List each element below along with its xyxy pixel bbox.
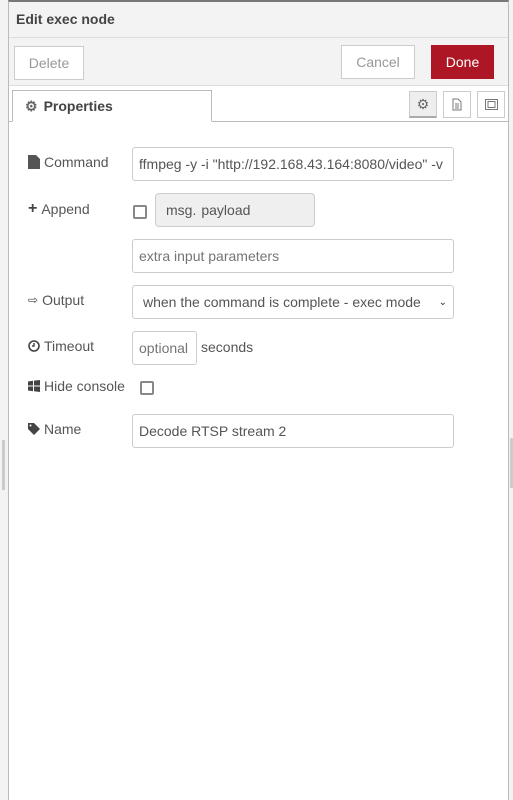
delete-button[interactable]: Delete — [14, 46, 84, 80]
hide-console-checkbox[interactable] — [140, 381, 154, 395]
append-checkbox[interactable] — [133, 205, 147, 219]
output-selected-value: when the command is complete - exec mode — [143, 294, 421, 310]
file-text-icon — [452, 98, 462, 111]
sign-out-icon: ⇨ — [28, 293, 39, 307]
gear-icon: ⚙ — [416, 95, 430, 112]
tag-icon — [28, 423, 40, 435]
timeout-unit: seconds — [201, 339, 254, 355]
panel-title: Edit exec node — [9, 2, 508, 38]
label-text: Command — [44, 154, 109, 170]
cancel-button[interactable]: Cancel — [341, 45, 415, 79]
clock-icon — [28, 340, 40, 352]
toolbar: Delete Cancel Done — [9, 38, 508, 86]
windows-icon — [28, 380, 40, 392]
tab-bar: ⚙ Properties ⚙ — [9, 86, 508, 122]
settings-tab-button[interactable]: ⚙ — [409, 91, 437, 118]
timeout-input[interactable] — [132, 331, 197, 365]
hide-console-label: Hide console — [28, 378, 125, 394]
label-text: Hide console — [44, 378, 125, 394]
frame-icon — [484, 99, 498, 110]
name-label: Name — [28, 421, 81, 437]
output-select[interactable]: when the command is complete - exec mode… — [132, 285, 454, 319]
left-resize-handle[interactable] — [2, 440, 5, 490]
extra-params-input[interactable] — [132, 239, 454, 273]
msg-field: payload — [201, 202, 251, 218]
file-icon — [28, 155, 40, 169]
label-text: Timeout — [44, 338, 95, 354]
label-text: Append — [41, 201, 90, 217]
timeout-label: Timeout — [28, 338, 94, 354]
name-input[interactable]: Decode RTSP stream 2 — [132, 414, 454, 448]
label-text: Output — [42, 292, 85, 308]
edit-node-panel: Edit exec node Delete Cancel Done ⚙ Prop… — [8, 0, 509, 800]
command-input[interactable]: ffmpeg -y -i "http://192.168.43.164:8080… — [132, 147, 454, 181]
tab-properties[interactable]: ⚙ Properties — [12, 90, 212, 122]
appearance-tab-button[interactable] — [477, 91, 505, 118]
append-msg-field: msg. payload — [155, 193, 315, 227]
description-tab-button[interactable] — [443, 91, 471, 118]
msg-prefix: msg. — [166, 202, 197, 218]
command-label: Command — [28, 154, 109, 170]
append-label: + Append — [28, 200, 90, 218]
tab-label: Properties — [43, 98, 113, 114]
done-button[interactable]: Done — [431, 45, 494, 79]
gear-icon: ⚙ — [25, 97, 38, 114]
plus-icon: + — [28, 200, 38, 217]
chevron-down-icon: ⌄ — [438, 296, 447, 308]
output-label: ⇨ Output — [28, 292, 84, 308]
label-text: Name — [44, 421, 82, 437]
